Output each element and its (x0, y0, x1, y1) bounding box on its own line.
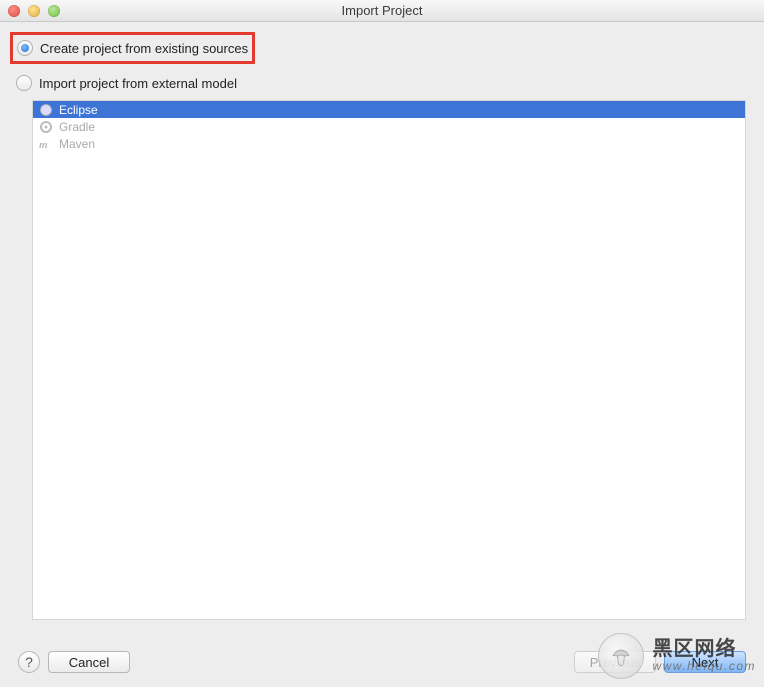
previous-button[interactable]: Previous (574, 651, 656, 673)
eclipse-icon (39, 103, 53, 117)
list-item-gradle[interactable]: Gradle (33, 118, 745, 135)
cancel-button[interactable]: Cancel (48, 651, 130, 673)
button-label: Next (692, 655, 719, 670)
zoom-window-button[interactable] (48, 5, 60, 17)
button-label: Cancel (69, 655, 109, 670)
radio-create-from-existing[interactable]: Create project from existing sources (15, 37, 250, 59)
dialog-content: Create project from existing sources Imp… (0, 22, 764, 620)
minimize-window-button[interactable] (28, 5, 40, 17)
button-label: Previous (590, 655, 641, 670)
radio-label: Import project from external model (39, 76, 237, 91)
list-item-label: Maven (59, 137, 95, 151)
gradle-icon (39, 120, 53, 134)
help-icon: ? (25, 654, 33, 670)
radio-indicator-unchecked (16, 75, 32, 91)
help-button[interactable]: ? (18, 651, 40, 673)
maven-icon: m (39, 137, 53, 151)
radio-label: Create project from existing sources (40, 41, 248, 56)
next-button[interactable]: Next (664, 651, 746, 673)
window-controls (8, 5, 60, 17)
radio-import-external-model[interactable]: Import project from external model (14, 72, 746, 94)
radio-indicator-checked (17, 40, 33, 56)
list-item-label: Eclipse (59, 103, 98, 117)
close-window-button[interactable] (8, 5, 20, 17)
highlight-annotation: Create project from existing sources (10, 32, 255, 64)
list-item-eclipse[interactable]: Eclipse (33, 101, 745, 118)
window-title: Import Project (0, 3, 764, 18)
external-model-listbox[interactable]: Eclipse Gradle m Maven (32, 100, 746, 620)
svg-text:m: m (39, 139, 48, 151)
list-item-maven[interactable]: m Maven (33, 135, 745, 152)
button-bar: ? Cancel Previous Next (0, 637, 764, 687)
titlebar: Import Project (0, 0, 764, 22)
list-item-label: Gradle (59, 120, 95, 134)
